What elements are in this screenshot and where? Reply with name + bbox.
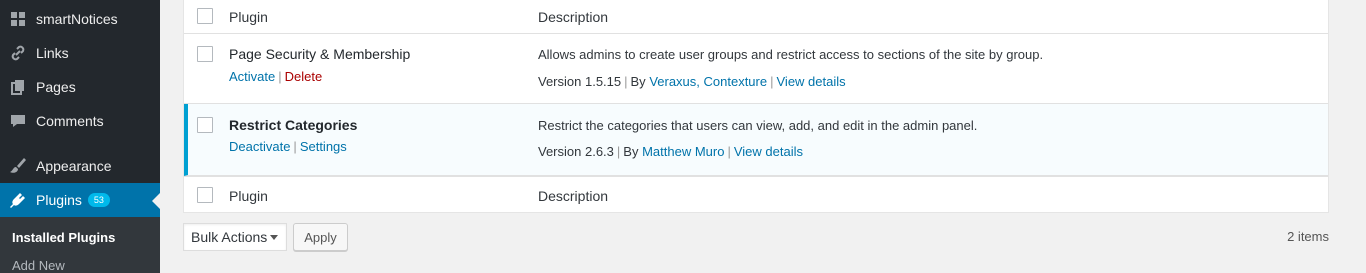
bulk-actions-select[interactable]: Bulk Actions [183,223,287,251]
row-actions: Deactivate | Settings [229,139,347,154]
sidebar-item-appearance[interactable]: Appearance [0,149,160,183]
bulk-actions-value: Bulk Actions [191,229,268,245]
column-footer-description: Description [538,188,609,204]
table-header-row: Plugin Description [184,0,1328,34]
plugin-description: Restrict the categories that users can v… [538,118,978,133]
plugin-meta: Version 2.6.3 | By Matthew Muro | View detai… [538,144,803,159]
plugin-meta: Version 1.5.15 | By Veraxus, Contexture | Vi… [538,74,846,89]
plugin-version: Version 1.5.15 [538,74,622,89]
by-label: By [630,74,646,89]
sidebar-item-label: Pages [36,79,76,95]
table-row: Page Security & Membership Activate | Dele… [184,34,1328,104]
sidebar-item-label: Appearance [36,158,112,174]
table-row-active: Restrict Categories Deactivate | Settings … [184,104,1328,176]
sidebar-item-plugins[interactable]: Plugins 53 [0,183,160,217]
link-icon [0,44,36,62]
row-actions: Activate | Delete [229,69,323,84]
sidebar-item-links[interactable]: Links [0,36,160,70]
sidebar-item-label: Comments [36,113,104,129]
sidebar-item-label: smartNotices [36,11,118,27]
comment-bubble-icon [0,113,36,129]
chevron-down-icon [270,235,278,240]
deactivate-link[interactable]: Deactivate [229,139,290,154]
delete-link[interactable]: Delete [285,69,323,84]
settings-link[interactable]: Settings [300,139,347,154]
plugin-description: Allows admins to create user groups and … [538,47,1044,62]
column-header-description: Description [538,9,609,25]
sidebar-item-comments[interactable]: Comments [0,104,160,138]
view-details-link[interactable]: View details [777,74,846,89]
current-menu-arrow [152,193,160,209]
paintbrush-icon [0,157,36,175]
view-details-link[interactable]: View details [734,144,803,159]
activate-link[interactable]: Activate [229,69,275,84]
scrollbar-thumb[interactable] [1353,0,1363,273]
admin-sidebar: smartNotices Links Pages Comments Appear… [0,0,160,273]
plugins-table: Plugin Description Page Security & Membe… [183,0,1329,213]
plugin-version: Version 2.6.3 [538,144,614,159]
item-count: 2 items [1287,229,1329,244]
by-label: By [623,144,639,159]
pages-icon [0,79,36,95]
row-checkbox[interactable] [197,117,213,133]
sidebar-item-label: Plugins [36,192,82,208]
submenu-installed-plugins[interactable]: Installed Plugins [12,230,115,245]
sidebar-item-pages[interactable]: Pages [0,70,160,104]
dashboard-grid-icon [0,11,36,27]
submenu-add-new[interactable]: Add New [12,258,65,273]
column-header-plugin[interactable]: Plugin [229,9,268,25]
sidebar-item-label: Links [36,45,69,61]
plugin-name: Restrict Categories [229,117,358,133]
plugin-name: Page Security & Membership [229,46,411,62]
apply-button[interactable]: Apply [293,223,348,251]
plugins-update-count-badge: 53 [87,192,110,208]
plugin-plug-icon [0,191,36,209]
select-all-checkbox[interactable] [197,8,213,24]
select-all-checkbox-footer[interactable] [197,187,213,203]
plugins-submenu: Installed Plugins Add New [0,217,160,273]
author-link[interactable]: Matthew Muro [642,144,724,159]
table-footer-row: Plugin Description [184,176,1328,212]
sidebar-item-smartnotices[interactable]: smartNotices [0,2,160,36]
column-footer-plugin[interactable]: Plugin [229,188,268,204]
author-link[interactable]: Veraxus, Contexture [649,74,767,89]
row-checkbox[interactable] [197,46,213,62]
page-scrollbar[interactable] [1349,0,1366,273]
